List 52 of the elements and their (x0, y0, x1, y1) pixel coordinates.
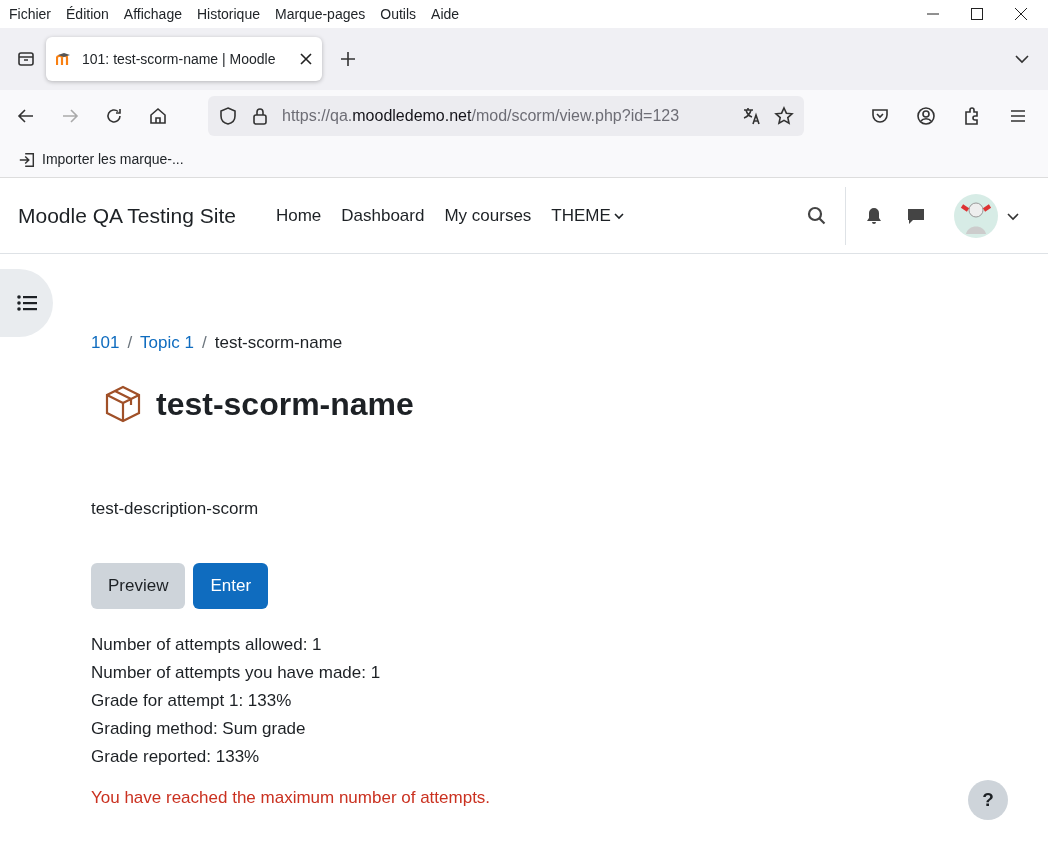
nav-link[interactable]: My courses (434, 202, 542, 229)
search-icon[interactable] (807, 205, 827, 226)
preview-button[interactable]: Preview (91, 563, 186, 609)
page-title: test-scorm-name (156, 384, 414, 424)
description: test-description-scorm (91, 497, 260, 520)
reload-icon[interactable] (104, 106, 124, 126)
enter-button[interactable]: Enter (193, 563, 269, 609)
close-icon[interactable] (300, 53, 312, 65)
menu-item[interactable]: Édition (66, 3, 109, 25)
close-icon[interactable] (1014, 7, 1028, 21)
breadcrumb-link[interactable]: 101 (91, 330, 120, 356)
maximize-icon[interactable] (970, 7, 984, 21)
package-icon (104, 384, 142, 423)
translate-icon[interactable] (742, 106, 762, 126)
warning-message: You have reached the maximum number of attempts. (91, 787, 491, 807)
menu-item[interactable]: Fichier (9, 3, 51, 25)
url-field[interactable]: https://qa.moodledemo.net/mod/scorm/view.php?id=123 (208, 96, 804, 136)
bookmark-link[interactable]: Importer les marque-... (42, 149, 184, 170)
info-line: Grade reported: 133% (91, 745, 261, 768)
star-icon[interactable] (774, 106, 794, 126)
new-tab-icon[interactable] (338, 49, 358, 69)
menu-item[interactable]: Historique (196, 3, 260, 25)
drawer-toggle-button[interactable] (0, 269, 53, 337)
info-line: Number of attempts you have made: 1 (91, 661, 382, 684)
menu-item[interactable]: Outils (380, 3, 417, 25)
account-icon[interactable] (916, 106, 936, 126)
tab-title: 101: test-scorm-name | Moodle (82, 49, 277, 69)
nav-link[interactable]: THEME (541, 202, 634, 229)
breadcrumb-separator: / (202, 332, 207, 354)
breadcrumb-current: test-scorm-name (214, 332, 343, 354)
list-icon (16, 294, 37, 312)
info-line: Grade for attempt 1: 133% (91, 689, 293, 712)
home-icon[interactable] (148, 106, 168, 126)
breadcrumb-link[interactable]: Topic 1 (140, 330, 194, 356)
info-line: Number of attempts allowed: 1 (91, 633, 323, 656)
browser-tab[interactable]: 101: test-scorm-name | Moodle (46, 37, 322, 81)
menu-item[interactable]: Aide (431, 3, 460, 25)
shield-icon[interactable] (218, 106, 238, 126)
menu-item[interactable]: Marque-pages (275, 3, 366, 25)
info-line: Grading method: Sum grade (91, 717, 307, 740)
caret-icon (613, 210, 624, 221)
tab-list-icon[interactable] (16, 49, 36, 69)
nav-link[interactable]: Dashboard (331, 202, 435, 229)
bell-icon[interactable] (864, 205, 884, 226)
avatar-icon[interactable] (954, 193, 998, 238)
pocket-icon[interactable] (870, 106, 890, 126)
breadcrumb-separator: / (127, 332, 133, 354)
site-name[interactable]: Moodle QA Testing Site (18, 199, 236, 232)
help-button[interactable]: ? (968, 780, 1008, 820)
lock-icon[interactable] (250, 106, 270, 126)
nav-link[interactable]: Home (265, 202, 332, 229)
menu-item[interactable]: Affichage (123, 3, 182, 25)
